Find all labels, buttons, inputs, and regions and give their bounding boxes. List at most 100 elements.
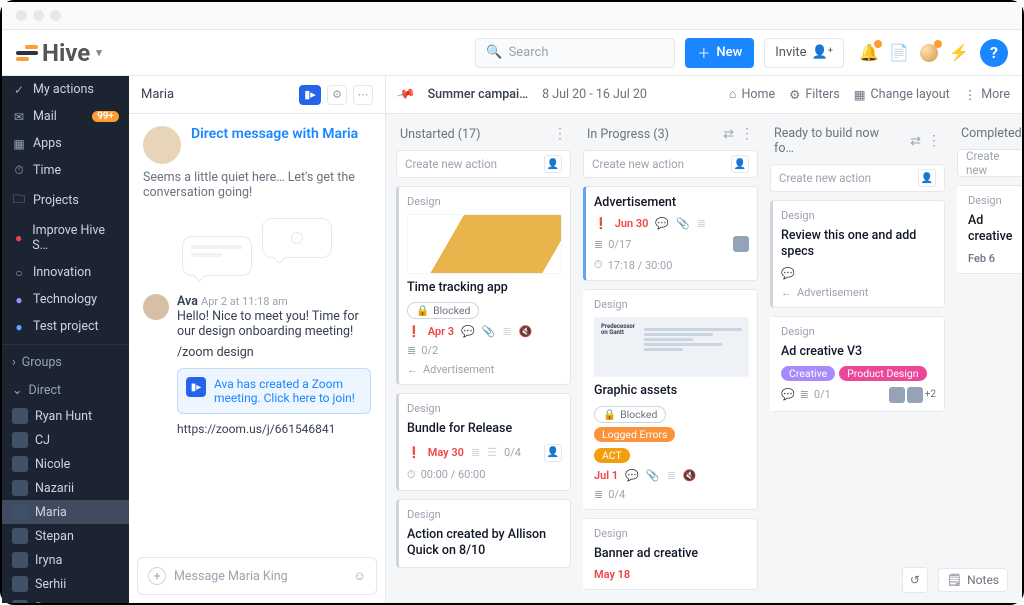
dots-icon: ⋯ (358, 88, 369, 101)
sidebar-item-innovation[interactable]: ○Innovation (2, 259, 129, 286)
swap-icon[interactable]: ⇄ (723, 127, 734, 142)
zoom-url[interactable]: https://zoom.us/j/661546841 (177, 422, 371, 436)
sidebar-item-technology[interactable]: ●Technology (2, 286, 129, 313)
message-input[interactable]: + Message Maria King ☺ (137, 557, 377, 595)
dm-item[interactable]: Serhii (2, 572, 129, 596)
dm-item[interactable]: Stepan (2, 524, 129, 548)
dm-item[interactable]: Maria (2, 500, 129, 524)
help-button[interactable]: ? (980, 39, 1008, 67)
user-icon[interactable]: 👤 (544, 155, 562, 173)
sidebar-item-my-actions[interactable]: ✓My actions (2, 76, 129, 103)
tag-pill: Creative (781, 366, 835, 381)
card-label: Design (781, 209, 936, 222)
avatar-icon[interactable] (920, 44, 938, 62)
breadcrumb: Advertisement (423, 363, 494, 376)
checklist-icon: ≣ (594, 238, 603, 251)
create-action-input[interactable]: Create new (957, 149, 1022, 177)
card-title: Ad creative (968, 213, 1018, 246)
sidebar-item-label: Projects (33, 193, 79, 208)
dm-item[interactable]: Nazarii (2, 476, 129, 500)
sidebar-item-apps[interactable]: ▦Apps (2, 130, 129, 157)
document-icon[interactable]: 📄 (890, 44, 908, 62)
dm-item[interactable]: Ryan Hunt (2, 404, 129, 428)
filters-button[interactable]: ⚙Filters (789, 87, 840, 103)
card-label: Design (407, 402, 562, 415)
zoom-text: Ava has created a Zoom meeting. Click he… (214, 377, 362, 405)
bolt-icon[interactable]: ⚡ (950, 44, 968, 62)
dm-name: Nicole (35, 457, 70, 472)
sidebar-item-mail[interactable]: ✉Mail99+ (2, 103, 129, 130)
sidebar-item-time[interactable]: ⏱Time (2, 157, 129, 184)
card[interactable]: Design Action created by Allison Quick o… (396, 499, 571, 569)
app-logo[interactable]: Hive ▾ (16, 39, 102, 67)
history-icon: ↺ (910, 573, 920, 587)
avatar (143, 294, 169, 320)
swap-icon[interactable]: ⇄ (910, 134, 921, 149)
pin-icon[interactable]: 📌 (395, 84, 416, 105)
card-label: Design (594, 298, 749, 311)
attach-button[interactable]: + (148, 567, 166, 585)
dm-title: Direct message with Maria (191, 126, 358, 142)
create-action-input[interactable]: Create new action👤 (396, 150, 571, 178)
video-call-button[interactable]: ▮▸ (299, 85, 321, 105)
sidebar-item-projects[interactable]: 🗀Projects (2, 184, 129, 217)
zoom-meeting-card[interactable]: ▮▸ Ava has created a Zoom meeting. Click… (177, 368, 371, 414)
bell-icon[interactable]: 🔔 (860, 44, 878, 62)
card[interactable]: Design Review this one and add specs 💬 ←… (770, 200, 945, 308)
date-range[interactable]: 8 Jul 20 - 16 Jul 20 (542, 87, 647, 102)
emoji-button[interactable]: ☺ (353, 569, 366, 584)
tag-pill: Product Design (839, 366, 926, 381)
sidebar-groups[interactable]: ›Groups (2, 349, 129, 376)
dm-item[interactable]: Nicole (2, 452, 129, 476)
more-button[interactable]: ⋮More (964, 87, 1010, 103)
column-completed: Completed Create new Design Ad creative … (957, 126, 1022, 591)
column-menu[interactable]: ⋮ (553, 126, 567, 142)
list-icon: ≣ (471, 446, 480, 459)
column-in-progress: In Progress (3)⇄⋮ Create new action👤 Adv… (583, 126, 758, 591)
card[interactable]: Design Ad creative V3 Creative Product D… (770, 316, 945, 412)
column-menu[interactable]: ⋮ (740, 126, 754, 142)
card[interactable]: Design Predecessor on Gantt Graphic asse… (583, 289, 758, 509)
dm-name: Nazarii (35, 481, 74, 496)
layout-label: Change layout (871, 87, 950, 102)
settings-button[interactable]: ⚙ (327, 85, 347, 105)
search-input[interactable]: 🔍 Search (475, 38, 675, 68)
home-button[interactable]: ⌂Home (729, 87, 775, 102)
user-icon[interactable]: 👤 (918, 169, 936, 187)
new-button[interactable]: ＋ New (685, 38, 754, 68)
dm-item[interactable]: Brenna (2, 596, 129, 603)
invite-button[interactable]: Invite 👤⁺ (764, 38, 844, 68)
project-name[interactable]: Summer campai… (428, 87, 528, 102)
comment-icon: 💬 (781, 267, 795, 280)
card[interactable]: Design Ad creative Feb 6 (957, 185, 1022, 274)
input-placeholder: Message Maria King (174, 569, 288, 584)
notes-button[interactable]: 🗒Notes (938, 568, 1008, 592)
back-arrow-icon: ← (781, 286, 792, 299)
direct-label: Direct (28, 383, 61, 398)
subtask-count: 0/2 (421, 344, 438, 357)
card[interactable]: Design Time tracking app 🔒 Blocked ❗ Apr… (396, 186, 571, 385)
column-menu[interactable]: ⋮ (927, 133, 941, 149)
history-button[interactable]: ↺ (902, 567, 928, 593)
dm-name: Stepan (35, 529, 74, 544)
sidebar-item-test[interactable]: ●Test project (2, 313, 129, 340)
sidebar-item-improve[interactable]: ●Improve Hive S… (2, 217, 129, 259)
dm-item[interactable]: Iryna (2, 548, 129, 572)
card[interactable]: Design Bundle for Release ❗ May 30 ≣ ☰0/… (396, 393, 571, 490)
due-date: May 30 (428, 446, 464, 459)
create-action-input[interactable]: Create new action👤 (770, 164, 945, 192)
chat-illustration: ⌣ (143, 218, 371, 276)
card[interactable]: Advertisement ❗Jun 30💬📎≣ ≣0/17 ⏱17:18 / … (583, 186, 758, 281)
layout-button[interactable]: ▦Change layout (854, 87, 950, 103)
user-icon[interactable]: 👤 (731, 155, 749, 173)
user-icon[interactable]: 👤 (544, 444, 562, 462)
more-button[interactable]: ⋯ (353, 85, 373, 105)
sidebar-direct[interactable]: ⌄Direct (2, 376, 129, 404)
dm-item[interactable]: CJ (2, 428, 129, 452)
attach-icon: 📎 (646, 469, 660, 482)
create-action-input[interactable]: Create new action👤 (583, 150, 758, 178)
avatar (12, 480, 28, 496)
avatar (143, 126, 181, 164)
card[interactable]: Design Banner ad creative May 18 (583, 518, 758, 590)
more-label: More (981, 87, 1010, 102)
